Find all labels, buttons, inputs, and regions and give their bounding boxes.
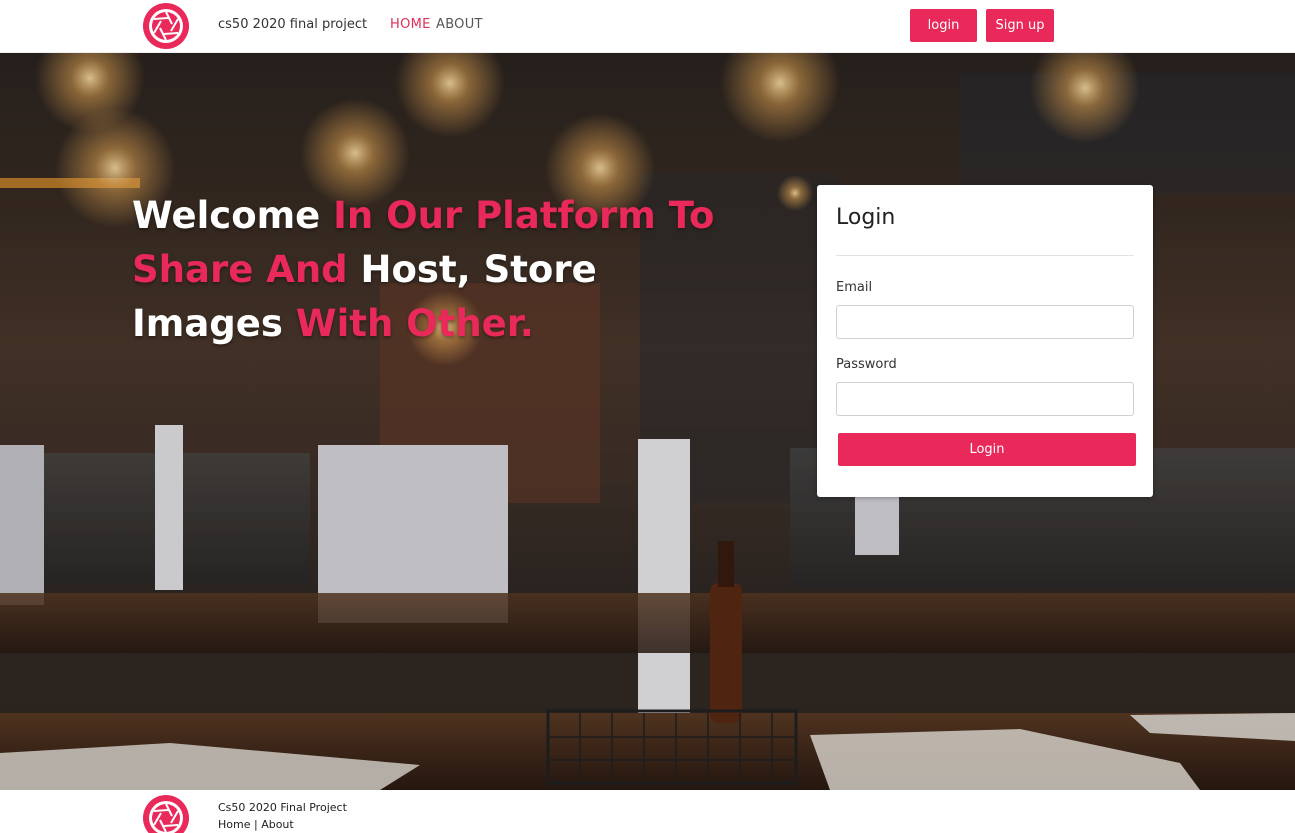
footer-links: Home | About bbox=[218, 818, 294, 831]
hero-headline: Welcome In Our Platform To Share And Hos… bbox=[132, 189, 752, 351]
headline-part-1: Welcome bbox=[132, 194, 334, 237]
nav-link-home[interactable]: HOME bbox=[390, 17, 431, 32]
camera-aperture-icon bbox=[143, 795, 189, 833]
top-navbar: cs50 2020 final project HOME ABOUT login… bbox=[0, 0, 1295, 53]
login-submit-button[interactable]: Login bbox=[838, 433, 1136, 466]
login-card-divider bbox=[836, 255, 1134, 256]
login-card: Login Email Password Login bbox=[817, 185, 1153, 497]
footer-link-home[interactable]: Home bbox=[218, 818, 250, 831]
nav-link-about[interactable]: ABOUT bbox=[436, 17, 483, 32]
camera-aperture-icon[interactable] bbox=[142, 2, 190, 50]
signup-button[interactable]: Sign up bbox=[986, 9, 1054, 42]
footer-link-separator: | bbox=[250, 818, 262, 831]
footer-title: Cs50 2020 Final Project bbox=[218, 801, 347, 814]
hero-section: Welcome In Our Platform To Share And Hos… bbox=[0, 53, 1295, 790]
footer-link-about[interactable]: About bbox=[261, 818, 294, 831]
login-card-title: Login bbox=[836, 205, 896, 230]
login-button[interactable]: login bbox=[910, 9, 977, 42]
footer: Cs50 2020 Final Project Home | About bbox=[0, 790, 1295, 833]
brand-name: cs50 2020 final project bbox=[218, 17, 368, 32]
email-label: Email bbox=[836, 280, 873, 295]
password-field[interactable] bbox=[836, 382, 1134, 416]
headline-part-4: With Other. bbox=[295, 302, 534, 345]
password-label: Password bbox=[836, 357, 897, 372]
email-field[interactable] bbox=[836, 305, 1134, 339]
